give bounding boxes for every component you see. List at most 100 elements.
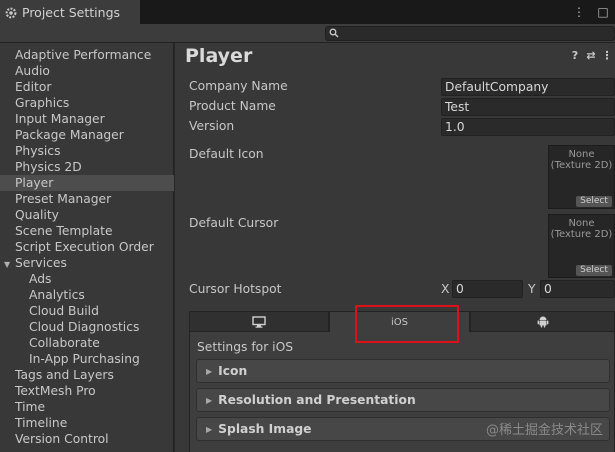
preset-icon[interactable]: ⇄ [583,49,599,62]
sidebar-item-editor[interactable]: Editor [0,79,174,95]
version-field[interactable]: 1.0 [441,118,615,136]
product-name-field[interactable]: Test [441,98,615,116]
sidebar-item-label: In-App Purchasing [29,352,140,366]
help-icon[interactable]: ? [567,49,583,62]
select-button[interactable]: Select [576,265,612,276]
sidebar-item-time[interactable]: Time [0,399,174,415]
watermark: @稀土掘金技术社区 [485,423,603,438]
android-icon [537,316,548,328]
sidebar-item-audio[interactable]: Audio [0,63,174,79]
texture-none-text: None (Texture 2D) [550,218,613,240]
sidebar-item-graphics[interactable]: Graphics [0,95,174,111]
default-cursor-slot[interactable]: None (Texture 2D) Select [548,214,615,278]
sidebar-item-label: Collaborate [29,336,100,350]
sidebar-item-scene-template[interactable]: Scene Template [0,223,174,239]
sidebar-item-label: Version Control [15,432,109,446]
foldout-label: Splash Image [218,422,312,436]
sidebar-item-quality[interactable]: Quality [0,207,174,223]
version-label: Version [189,119,235,133]
sidebar-item-label: Services [15,256,67,270]
collapse-triangle-icon[interactable]: ▼ [4,257,15,273]
sidebar-item-label: Analytics [29,288,85,302]
window-title: Project Settings [22,5,121,20]
sidebar-item-label: Cloud Diagnostics [29,320,140,334]
sidebar-item-label: Adaptive Performance [15,48,152,62]
foldout-icon-section[interactable]: ▶ Icon [196,359,610,383]
settings-for-label: Settings for iOS [197,340,294,354]
sidebar-item-package-manager[interactable]: Package Manager [0,127,174,143]
settings-sidebar: Adaptive Performance Audio Editor Graphics I… [0,43,174,452]
search-icon [329,28,339,38]
company-name-field[interactable]: DefaultCompany [441,78,615,96]
product-name-label: Product Name [189,99,276,113]
sidebar-list: Adaptive Performance Audio Editor Graphics I… [0,47,174,447]
sidebar-item-version-control[interactable]: Version Control [0,431,174,447]
sidebar-item-collaborate[interactable]: Collaborate [0,335,174,351]
sidebar-item-label: Cloud Build [29,304,99,318]
window-tab[interactable]: Project Settings [0,0,140,25]
sidebar-item-label: Ads [29,272,52,286]
sidebar-item-physics[interactable]: Physics [0,143,174,159]
sidebar-item-ads[interactable]: Ads [0,271,174,287]
cursor-hotspot-label: Cursor Hotspot [189,282,282,296]
search-input[interactable] [325,26,615,41]
sidebar-item-label: Physics 2D [15,160,82,174]
texture-none-text: None (Texture 2D) [550,149,613,171]
title-bar: Project Settings ⋮ □ [0,0,615,25]
monitor-icon [252,315,266,328]
sidebar-item-textmesh-pro[interactable]: TextMesh Pro [0,383,174,399]
default-cursor-label: Default Cursor [189,216,279,230]
player-settings-panel: Player ? ⇄ ⋮ Company Name DefaultCompany… [175,43,615,452]
sidebar-item-adaptive-performance[interactable]: Adaptive Performance [0,47,174,63]
sidebar-item-cloud-diagnostics[interactable]: Cloud Diagnostics [0,319,174,335]
sidebar-item-timeline[interactable]: Timeline [0,415,174,431]
sidebar-item-label: Time [15,400,46,414]
sidebar-item-label: TextMesh Pro [15,384,96,398]
expand-triangle-icon: ▶ [206,366,213,376]
sidebar-item-services[interactable]: ▼ Services [0,255,174,271]
gear-icon [5,7,17,18]
sidebar-item-physics-2d[interactable]: Physics 2D [0,159,174,175]
sidebar-item-label: Timeline [15,416,68,430]
sidebar-item-label: Package Manager [15,128,124,142]
sidebar-item-label: Editor [15,80,52,94]
hotspot-x-label: X [441,282,450,296]
page-title: Player [185,45,253,67]
expand-triangle-icon: ▶ [206,424,213,434]
sidebar-item-label: Audio [15,64,50,78]
foldout-label: Resolution and Presentation [218,393,416,407]
sidebar-item-label: Quality [15,208,59,222]
search-bar [0,24,615,43]
company-name-label: Company Name [189,79,288,93]
sidebar-item-label: Scene Template [15,224,113,238]
tab-android[interactable] [470,311,615,332]
sidebar-item-label: Input Manager [15,112,105,126]
more-menu-icon[interactable]: ⋮ [599,49,615,62]
highlight-box [355,305,459,343]
tab-standalone[interactable] [189,311,329,332]
hotspot-x-field[interactable]: 0 [452,280,523,298]
sidebar-item-label: Script Execution Order [15,240,154,254]
sidebar-item-label: Player [15,176,54,190]
sidebar-item-cloud-build[interactable]: Cloud Build [0,303,174,319]
sidebar-item-script-execution-order[interactable]: Script Execution Order [0,239,174,255]
default-icon-label: Default Icon [189,147,264,161]
sidebar-item-label: Physics [15,144,61,158]
kebab-menu-icon[interactable]: ⋮ [567,5,591,19]
sidebar-item-player[interactable]: Player [0,175,174,191]
sidebar-item-in-app-purchasing[interactable]: In-App Purchasing [0,351,174,367]
hotspot-y-label: Y [528,282,536,296]
hotspot-y-field[interactable]: 0 [540,280,615,298]
default-icon-slot[interactable]: None (Texture 2D) Select [548,145,615,209]
foldout-label: Icon [218,364,248,378]
select-button[interactable]: Select [576,196,612,207]
sidebar-item-label: Graphics [15,96,70,110]
sidebar-item-analytics[interactable]: Analytics [0,287,174,303]
sidebar-item-label: Preset Manager [15,192,112,206]
foldout-resolution-section[interactable]: ▶ Resolution and Presentation [196,388,610,412]
sidebar-item-tags-and-layers[interactable]: Tags and Layers [0,367,174,383]
sidebar-item-label: Tags and Layers [15,368,114,382]
sidebar-item-input-manager[interactable]: Input Manager [0,111,174,127]
maximize-icon[interactable]: □ [591,5,615,19]
sidebar-item-preset-manager[interactable]: Preset Manager [0,191,174,207]
